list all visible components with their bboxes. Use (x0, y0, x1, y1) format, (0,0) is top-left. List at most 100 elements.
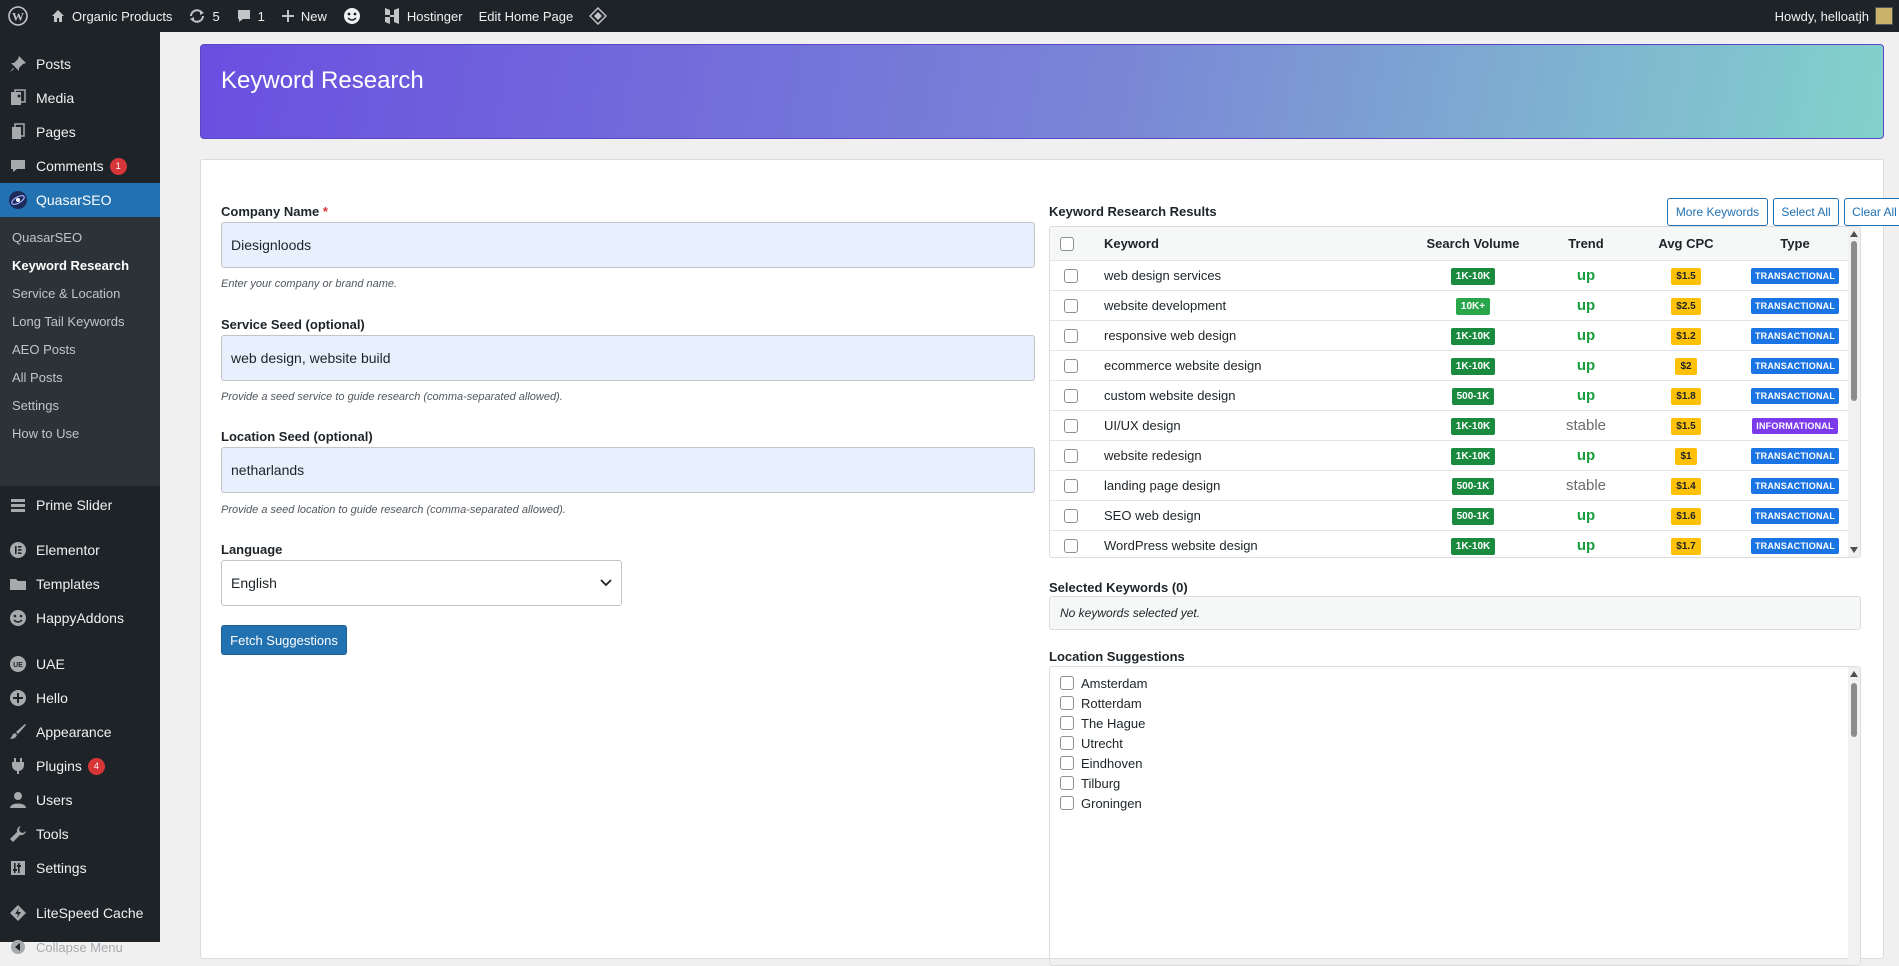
location-checkbox[interactable] (1060, 696, 1074, 710)
sidebar-item-posts[interactable]: Posts (0, 47, 160, 81)
select-all-button[interactable]: Select All (1773, 198, 1839, 226)
sidebar-item-uae[interactable]: UE UAE (0, 647, 160, 681)
sidebar-item-settings[interactable]: Settings (0, 851, 160, 885)
happyaddons-icon (343, 8, 360, 24)
type-cell: INFORMATIONAL (1741, 417, 1849, 434)
table-row[interactable]: website development 10K+ up $2.5 TRANSACTION… (1050, 291, 1850, 321)
location-checkbox[interactable] (1060, 796, 1074, 810)
submenu-item-keyword-research[interactable]: Keyword Research (0, 251, 160, 279)
sidebar-item-media[interactable]: Media (0, 81, 160, 115)
submenu-item-service-location[interactable]: Service & Location (0, 279, 160, 307)
keyword-cell: WordPress website design (1104, 538, 1258, 553)
uae-icon: UE (8, 654, 28, 674)
sidebar-label-quasarseo: QuasarSEO (36, 192, 112, 208)
location-item[interactable]: Groningen (1060, 793, 1142, 813)
edit-page-link[interactable]: Edit Home Page (471, 0, 582, 32)
company-name-input[interactable]: Diesignloods (221, 222, 1035, 268)
location-checkbox[interactable] (1060, 716, 1074, 730)
selected-empty-text: No keywords selected yet. (1060, 606, 1201, 620)
submenu-item-quasarseo[interactable]: QuasarSEO (0, 223, 160, 251)
location-item[interactable]: Tilburg (1060, 773, 1120, 793)
location-checkbox[interactable] (1060, 756, 1074, 770)
company-name-label: Company Name * (221, 204, 328, 219)
table-row[interactable]: WordPress website design 1K-10K up $1.7 TRAN… (1050, 531, 1850, 557)
language-select[interactable]: English (221, 560, 622, 606)
table-row[interactable]: web design services 1K-10K up $1.5 TRANSACTI… (1050, 261, 1850, 291)
row-checkbox[interactable] (1064, 358, 1078, 373)
sidebar-label-hello: Hello (36, 690, 68, 706)
happyaddons-bar-button[interactable] (335, 0, 375, 32)
submenu-item-all-posts[interactable]: All Posts (0, 363, 160, 391)
quasar-bar-button[interactable] (581, 0, 621, 32)
new-content-link[interactable]: New (273, 0, 335, 32)
service-seed-input[interactable]: web design, website build (221, 335, 1035, 381)
location-item[interactable]: The Hague (1060, 713, 1145, 733)
location-item[interactable]: Eindhoven (1060, 753, 1142, 773)
location-suggestions-box: Amsterdam Rotterdam The Hague Utrecht Eindho… (1049, 666, 1861, 966)
row-checkbox[interactable] (1064, 298, 1078, 313)
type-badge: TRANSACTIONAL (1750, 328, 1840, 344)
wordpress-logo-button[interactable]: W (0, 0, 42, 32)
sidebar-item-templates[interactable]: Templates (0, 567, 160, 601)
sidebar-item-comments[interactable]: Comments 1 (0, 149, 160, 183)
select-all-checkbox[interactable] (1060, 236, 1074, 251)
sidebar-label-media: Media (36, 90, 75, 106)
sidebar-item-quasarseo[interactable]: QuasarSEO (0, 183, 160, 217)
location-scrollbar[interactable] (1848, 667, 1860, 965)
row-checkbox[interactable] (1064, 268, 1078, 283)
table-row[interactable]: UI/UX design 1K-10K stable $1.5 INFORMATIONA… (1050, 411, 1850, 441)
table-scrollbar[interactable] (1848, 227, 1860, 557)
row-checkbox[interactable] (1064, 388, 1078, 403)
site-name: Organic Products (72, 8, 173, 24)
sidebar-label-comments: Comments (36, 158, 104, 174)
account-menu[interactable]: Howdy, helloatjh (1767, 0, 1899, 32)
row-checkbox[interactable] (1064, 328, 1078, 343)
collapse-menu-button[interactable]: Collapse Menu (0, 930, 160, 964)
site-name-link[interactable]: Organic Products (42, 0, 180, 32)
table-row[interactable]: website redesign 1K-10K up $1 TRANSACTIONAL (1050, 441, 1850, 471)
comments-link[interactable]: 1 (228, 0, 273, 32)
type-badge: TRANSACTIONAL (1750, 448, 1840, 464)
location-item[interactable]: Amsterdam (1060, 673, 1147, 693)
location-checkbox[interactable] (1060, 676, 1074, 690)
table-row[interactable]: custom website design 500-1K up $1.8 TRANSAC… (1050, 381, 1850, 411)
sidebar-item-pages[interactable]: Pages (0, 115, 160, 149)
sidebar-item-tools[interactable]: Tools (0, 817, 160, 851)
row-checkbox[interactable] (1064, 478, 1078, 493)
table-scroll-thumb[interactable] (1851, 241, 1857, 401)
location-checkbox[interactable] (1060, 736, 1074, 750)
row-checkbox[interactable] (1064, 508, 1078, 523)
sidebar-item-litespeed[interactable]: LiteSpeed Cache (0, 896, 160, 930)
sidebar-item-prime-slider[interactable]: Prime Slider (0, 488, 160, 522)
sidebar-label-templates: Templates (36, 576, 100, 592)
fetch-suggestions-button[interactable]: Fetch Suggestions (221, 625, 347, 655)
sidebar-item-happyaddons[interactable]: HappyAddons (0, 601, 160, 635)
location-item[interactable]: Rotterdam (1060, 693, 1142, 713)
location-seed-input[interactable]: netharlands (221, 447, 1035, 493)
submenu-item-how-to-use[interactable]: How to Use (0, 419, 160, 447)
location-scroll-thumb[interactable] (1851, 683, 1857, 737)
clear-all-button[interactable]: Clear All (1844, 198, 1899, 226)
location-item[interactable]: Utrecht (1060, 733, 1123, 753)
table-row[interactable]: responsive web design 1K-10K up $1.2 TRANSAC… (1050, 321, 1850, 351)
more-keywords-button[interactable]: More Keywords (1667, 198, 1768, 226)
sidebar-item-hello[interactable]: Hello (0, 681, 160, 715)
sidebar-item-users[interactable]: Users (0, 783, 160, 817)
table-row[interactable]: SEO web design 500-1K up $1.6 TRANSACTIONAL (1050, 501, 1850, 531)
row-checkbox[interactable] (1064, 418, 1078, 433)
cpc-badge: $1.6 (1671, 507, 1701, 525)
sidebar-item-plugins[interactable]: Plugins 4 (0, 749, 160, 783)
row-checkbox[interactable] (1064, 538, 1078, 553)
sidebar-item-appearance[interactable]: Appearance (0, 715, 160, 749)
submenu-item-long-tail-keywords[interactable]: Long Tail Keywords (0, 307, 160, 335)
location-checkbox[interactable] (1060, 776, 1074, 790)
volume-badge: 1K-10K (1450, 417, 1496, 435)
submenu-item-settings[interactable]: Settings (0, 391, 160, 419)
table-row[interactable]: landing page design 500-1K stable $1.4 TRANS… (1050, 471, 1850, 501)
hostinger-link[interactable]: Hostinger (375, 0, 471, 32)
updates-link[interactable]: 5 (180, 0, 227, 32)
submenu-item-aeo-posts[interactable]: AEO Posts (0, 335, 160, 363)
table-row[interactable]: ecommerce website design 1K-10K up $2 TRANSA… (1050, 351, 1850, 381)
row-checkbox[interactable] (1064, 448, 1078, 463)
sidebar-item-elementor[interactable]: Elementor (0, 533, 160, 567)
